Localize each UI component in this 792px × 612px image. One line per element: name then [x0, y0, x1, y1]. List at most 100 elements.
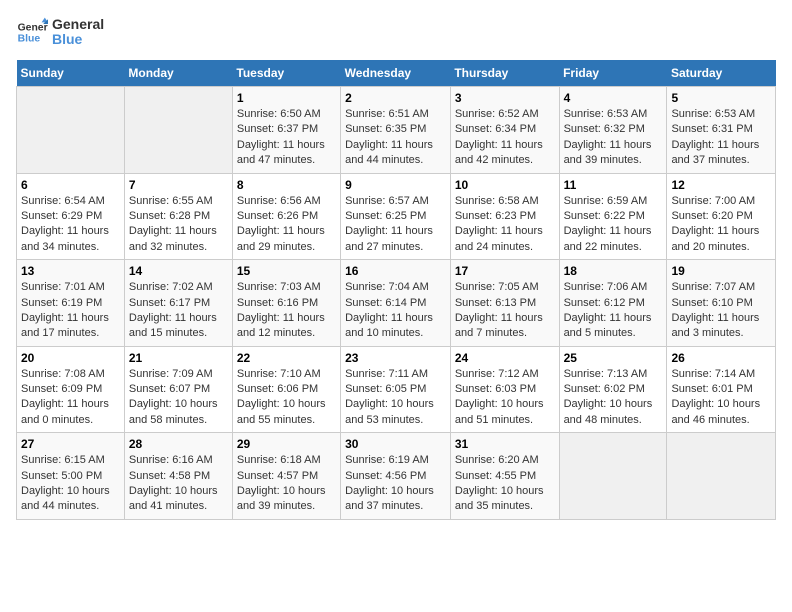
- day-number: 15: [237, 264, 336, 278]
- day-number: 18: [564, 264, 663, 278]
- day-info: Sunrise: 7:14 AM Sunset: 6:01 PM Dayligh…: [671, 367, 771, 429]
- day-info: Sunrise: 6:50 AM Sunset: 6:37 PM Dayligh…: [237, 107, 336, 169]
- day-number: 2: [345, 91, 446, 105]
- day-info: Sunrise: 6:19 AM Sunset: 4:56 PM Dayligh…: [345, 453, 446, 515]
- day-info: Sunrise: 6:18 AM Sunset: 4:57 PM Dayligh…: [237, 453, 336, 515]
- day-number: 23: [345, 351, 446, 365]
- day-info: Sunrise: 6:20 AM Sunset: 4:55 PM Dayligh…: [455, 453, 555, 515]
- calendar-cell: 17 Sunrise: 7:05 AM Sunset: 6:13 PM Dayli…: [450, 260, 559, 347]
- svg-text:Blue: Blue: [18, 34, 41, 45]
- day-number: 19: [671, 264, 771, 278]
- header-day-tuesday: Tuesday: [232, 60, 340, 87]
- day-info: Sunrise: 6:53 AM Sunset: 6:32 PM Dayligh…: [564, 107, 663, 169]
- calendar-week-row: 27 Sunrise: 6:15 AM Sunset: 5:00 PM Dayli…: [17, 433, 776, 520]
- day-info: Sunrise: 6:57 AM Sunset: 6:25 PM Dayligh…: [345, 194, 446, 256]
- calendar-header-row: SundayMondayTuesdayWednesdayThursdayFrid…: [17, 60, 776, 87]
- day-number: 20: [21, 351, 120, 365]
- day-info: Sunrise: 7:02 AM Sunset: 6:17 PM Dayligh…: [129, 280, 228, 342]
- calendar-cell: 9 Sunrise: 6:57 AM Sunset: 6:25 PM Daylig…: [341, 173, 451, 260]
- calendar-week-row: 13Sunrise: 7:01 AM Sunset: 6:19 PM Dayli…: [17, 260, 776, 347]
- svg-text:General: General: [18, 22, 48, 33]
- calendar-week-row: 1 Sunrise: 6:50 AM Sunset: 6:37 PM Daylig…: [17, 87, 776, 174]
- calendar-cell: 6Sunrise: 6:54 AM Sunset: 6:29 PM Daylig…: [17, 173, 125, 260]
- calendar-cell: 20 Sunrise: 7:08 AM Sunset: 6:09 PM Dayli…: [17, 346, 125, 433]
- calendar-cell: 7Sunrise: 6:55 AM Sunset: 6:28 PM Daylig…: [124, 173, 232, 260]
- calendar-cell: [124, 87, 232, 174]
- logo-icon: General Blue: [16, 16, 48, 48]
- day-number: 17: [455, 264, 555, 278]
- header-day-saturday: Saturday: [667, 60, 776, 87]
- calendar-cell: 16 Sunrise: 7:04 AM Sunset: 6:14 PM Dayli…: [341, 260, 451, 347]
- calendar-cell: 21Sunrise: 7:09 AM Sunset: 6:07 PM Dayli…: [124, 346, 232, 433]
- day-info: Sunrise: 7:11 AM Sunset: 6:05 PM Dayligh…: [345, 367, 446, 429]
- day-number: 9: [345, 178, 446, 192]
- calendar-week-row: 20 Sunrise: 7:08 AM Sunset: 6:09 PM Dayli…: [17, 346, 776, 433]
- day-number: 28: [129, 437, 228, 451]
- calendar-cell: 10Sunrise: 6:58 AM Sunset: 6:23 PM Dayli…: [450, 173, 559, 260]
- calendar-cell: 14 Sunrise: 7:02 AM Sunset: 6:17 PM Dayli…: [124, 260, 232, 347]
- calendar-cell: 12Sunrise: 7:00 AM Sunset: 6:20 PM Dayli…: [667, 173, 776, 260]
- calendar-cell: [559, 433, 667, 520]
- day-info: Sunrise: 7:12 AM Sunset: 6:03 PM Dayligh…: [455, 367, 555, 429]
- day-info: Sunrise: 6:16 AM Sunset: 4:58 PM Dayligh…: [129, 453, 228, 515]
- day-info: Sunrise: 6:51 AM Sunset: 6:35 PM Dayligh…: [345, 107, 446, 169]
- calendar-cell: [667, 433, 776, 520]
- calendar-cell: 25Sunrise: 7:13 AM Sunset: 6:02 PM Dayli…: [559, 346, 667, 433]
- day-info: Sunrise: 7:03 AM Sunset: 6:16 PM Dayligh…: [237, 280, 336, 342]
- day-number: 26: [671, 351, 771, 365]
- header-day-monday: Monday: [124, 60, 232, 87]
- day-number: 16: [345, 264, 446, 278]
- day-info: Sunrise: 7:06 AM Sunset: 6:12 PM Dayligh…: [564, 280, 663, 342]
- calendar-cell: 22Sunrise: 7:10 AM Sunset: 6:06 PM Dayli…: [232, 346, 340, 433]
- day-info: Sunrise: 7:13 AM Sunset: 6:02 PM Dayligh…: [564, 367, 663, 429]
- day-info: Sunrise: 7:08 AM Sunset: 6:09 PM Dayligh…: [21, 367, 120, 429]
- calendar-cell: 27 Sunrise: 6:15 AM Sunset: 5:00 PM Dayli…: [17, 433, 125, 520]
- page-header: General Blue General Blue: [16, 16, 776, 48]
- calendar-cell: 30Sunrise: 6:19 AM Sunset: 4:56 PM Dayli…: [341, 433, 451, 520]
- calendar-cell: 2 Sunrise: 6:51 AM Sunset: 6:35 PM Daylig…: [341, 87, 451, 174]
- day-info: Sunrise: 6:53 AM Sunset: 6:31 PM Dayligh…: [671, 107, 771, 169]
- calendar-cell: 8 Sunrise: 6:56 AM Sunset: 6:26 PM Daylig…: [232, 173, 340, 260]
- day-number: 21: [129, 351, 228, 365]
- calendar-cell: 23 Sunrise: 7:11 AM Sunset: 6:05 PM Dayli…: [341, 346, 451, 433]
- header-day-friday: Friday: [559, 60, 667, 87]
- calendar-cell: 15 Sunrise: 7:03 AM Sunset: 6:16 PM Dayli…: [232, 260, 340, 347]
- day-info: Sunrise: 7:07 AM Sunset: 6:10 PM Dayligh…: [671, 280, 771, 342]
- day-number: 22: [237, 351, 336, 365]
- calendar-cell: 31 Sunrise: 6:20 AM Sunset: 4:55 PM Dayli…: [450, 433, 559, 520]
- day-info: Sunrise: 7:04 AM Sunset: 6:14 PM Dayligh…: [345, 280, 446, 342]
- day-number: 13: [21, 264, 120, 278]
- calendar-cell: 5 Sunrise: 6:53 AM Sunset: 6:31 PM Daylig…: [667, 87, 776, 174]
- header-day-wednesday: Wednesday: [341, 60, 451, 87]
- day-info: Sunrise: 7:05 AM Sunset: 6:13 PM Dayligh…: [455, 280, 555, 342]
- day-info: Sunrise: 6:15 AM Sunset: 5:00 PM Dayligh…: [21, 453, 120, 515]
- day-number: 29: [237, 437, 336, 451]
- day-number: 24: [455, 351, 555, 365]
- calendar-cell: 3 Sunrise: 6:52 AM Sunset: 6:34 PM Daylig…: [450, 87, 559, 174]
- calendar-cell: 24 Sunrise: 7:12 AM Sunset: 6:03 PM Dayli…: [450, 346, 559, 433]
- day-info: Sunrise: 6:52 AM Sunset: 6:34 PM Dayligh…: [455, 107, 555, 169]
- calendar-cell: 19 Sunrise: 7:07 AM Sunset: 6:10 PM Dayli…: [667, 260, 776, 347]
- calendar-cell: 13Sunrise: 7:01 AM Sunset: 6:19 PM Dayli…: [17, 260, 125, 347]
- logo: General Blue General Blue: [16, 16, 104, 48]
- calendar-cell: 28 Sunrise: 6:16 AM Sunset: 4:58 PM Dayli…: [124, 433, 232, 520]
- day-info: Sunrise: 6:54 AM Sunset: 6:29 PM Dayligh…: [21, 194, 120, 256]
- day-info: Sunrise: 6:56 AM Sunset: 6:26 PM Dayligh…: [237, 194, 336, 256]
- calendar-cell: [17, 87, 125, 174]
- calendar-week-row: 6Sunrise: 6:54 AM Sunset: 6:29 PM Daylig…: [17, 173, 776, 260]
- day-number: 31: [455, 437, 555, 451]
- day-number: 14: [129, 264, 228, 278]
- header-day-sunday: Sunday: [17, 60, 125, 87]
- day-number: 7: [129, 178, 228, 192]
- day-number: 8: [237, 178, 336, 192]
- header-day-thursday: Thursday: [450, 60, 559, 87]
- day-number: 10: [455, 178, 555, 192]
- day-info: Sunrise: 6:59 AM Sunset: 6:22 PM Dayligh…: [564, 194, 663, 256]
- calendar-cell: 29 Sunrise: 6:18 AM Sunset: 4:57 PM Dayli…: [232, 433, 340, 520]
- day-number: 4: [564, 91, 663, 105]
- day-number: 3: [455, 91, 555, 105]
- day-number: 27: [21, 437, 120, 451]
- day-number: 5: [671, 91, 771, 105]
- calendar-cell: 18 Sunrise: 7:06 AM Sunset: 6:12 PM Dayli…: [559, 260, 667, 347]
- day-number: 1: [237, 91, 336, 105]
